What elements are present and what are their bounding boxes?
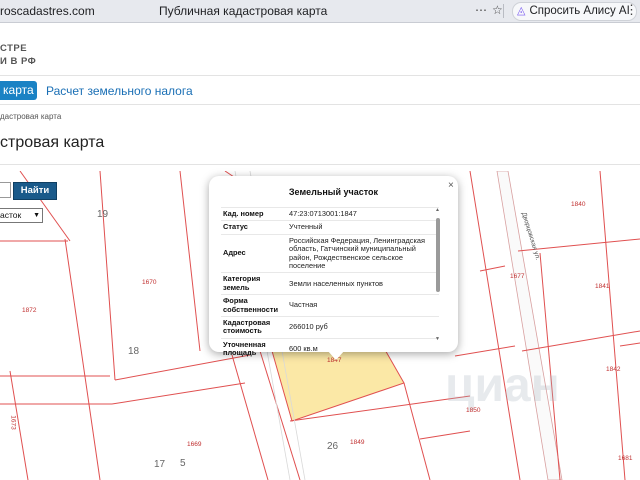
site-logo-line2[interactable]: И В РФ <box>0 56 36 67</box>
browser-toolbar: roscadastres.com Публичная кадастровая к… <box>0 0 640 23</box>
row-key: Уточненная площадь <box>221 337 287 360</box>
menu-icon[interactable]: ⋮ <box>625 2 638 18</box>
row-key: Форма собственности <box>221 294 287 317</box>
breadcrumb[interactable]: дастровая карта <box>0 112 61 121</box>
page-title: стровая карта <box>0 134 105 151</box>
chevron-down-icon: ▼ <box>33 212 40 219</box>
map-search-input[interactable] <box>0 182 11 198</box>
bookmark-icon[interactable]: ☆ <box>492 3 503 17</box>
parcel-label: 1850 <box>466 407 481 414</box>
watermark: циан <box>445 359 560 412</box>
alice-icon: ◬ <box>517 5 526 17</box>
row-key: Адрес <box>221 233 287 273</box>
site-logo-line1[interactable]: СТРЕ <box>0 43 27 54</box>
table-row: Статус Учтенный <box>221 220 439 235</box>
search-type-value: асток <box>0 210 22 220</box>
block-label: 5 <box>180 458 186 469</box>
block-label: 18 <box>128 346 140 357</box>
popup-title: Земельный участок <box>288 187 379 197</box>
parcel-label: 1677 <box>510 273 525 280</box>
tab-land-tax[interactable]: Расчет земельного налога <box>46 84 193 98</box>
scroll-up-icon[interactable]: ▲ <box>435 207 440 213</box>
row-key: Кадастровая стоимость <box>221 316 287 339</box>
divider <box>0 75 640 76</box>
parcel-label: 1842 <box>606 366 621 373</box>
row-value: 600 кв.м <box>287 337 439 360</box>
parcel-label: 1669 <box>187 441 202 448</box>
more-icon[interactable]: ⋯ <box>475 3 487 17</box>
row-value: Учтенный <box>287 220 439 235</box>
parcel-info-table: Кад. номер 47:23:0713001:1847 Статус Учт… <box>221 206 439 360</box>
row-value: Российская Федерация, Ленинградская обла… <box>287 233 439 273</box>
popup-scrollbar[interactable] <box>436 218 440 292</box>
search-type-select[interactable]: асток ▼ <box>0 208 43 223</box>
row-value: Земли населенных пунктов <box>287 272 439 295</box>
table-row: Уточненная площадь 600 кв.м <box>221 337 439 360</box>
table-row: Адрес Российская Федерация, Ленинградска… <box>221 233 439 273</box>
table-row: Категория земель Земли населенных пункто… <box>221 272 439 295</box>
ask-alice-label: Спросить Алису AI <box>529 5 630 17</box>
divider <box>0 104 640 105</box>
divider <box>0 164 640 165</box>
parcel-label: 1841 <box>595 283 610 290</box>
row-key: Кад. номер <box>221 206 287 221</box>
scroll-down-icon[interactable]: ▼ <box>435 336 440 342</box>
address-bar[interactable]: roscadastres.com <box>0 4 95 18</box>
row-value: Частная <box>287 294 439 317</box>
parcel-label: 1673 <box>9 415 17 430</box>
row-value: 47:23:0713001:1847 <box>287 206 439 221</box>
ask-alice-button[interactable]: ◬ Спросить Алису AI <box>512 2 637 21</box>
parcel-label: 1840 <box>571 201 586 208</box>
parcel-label: 1872 <box>22 307 37 314</box>
table-row: Кад. номер 47:23:0713001:1847 <box>221 206 439 221</box>
parcel-info-popup: × Земельный участок Кад. номер 47:23:071… <box>209 176 458 360</box>
road-label: Дворцовская ул. <box>520 212 541 262</box>
row-key: Категория земель <box>221 272 287 295</box>
block-label: 19 <box>97 209 109 220</box>
browser-tab-title: Публичная кадастровая карта <box>159 4 328 18</box>
parcel-label: 1670 <box>142 279 157 286</box>
row-value: 266010 руб <box>287 316 439 339</box>
table-row: Форма собственности Частная <box>221 294 439 317</box>
find-button[interactable]: Найти <box>13 182 57 200</box>
block-label: 17 <box>154 459 166 470</box>
parcel-label: 1849 <box>350 439 365 446</box>
table-row: Кадастровая стоимость 266010 руб <box>221 316 439 339</box>
toolbar-divider <box>503 4 504 18</box>
row-key: Статус <box>221 220 287 235</box>
tab-map[interactable]: карта <box>0 81 37 100</box>
parcel-label: 1681 <box>618 455 633 462</box>
block-label: 26 <box>327 441 339 452</box>
